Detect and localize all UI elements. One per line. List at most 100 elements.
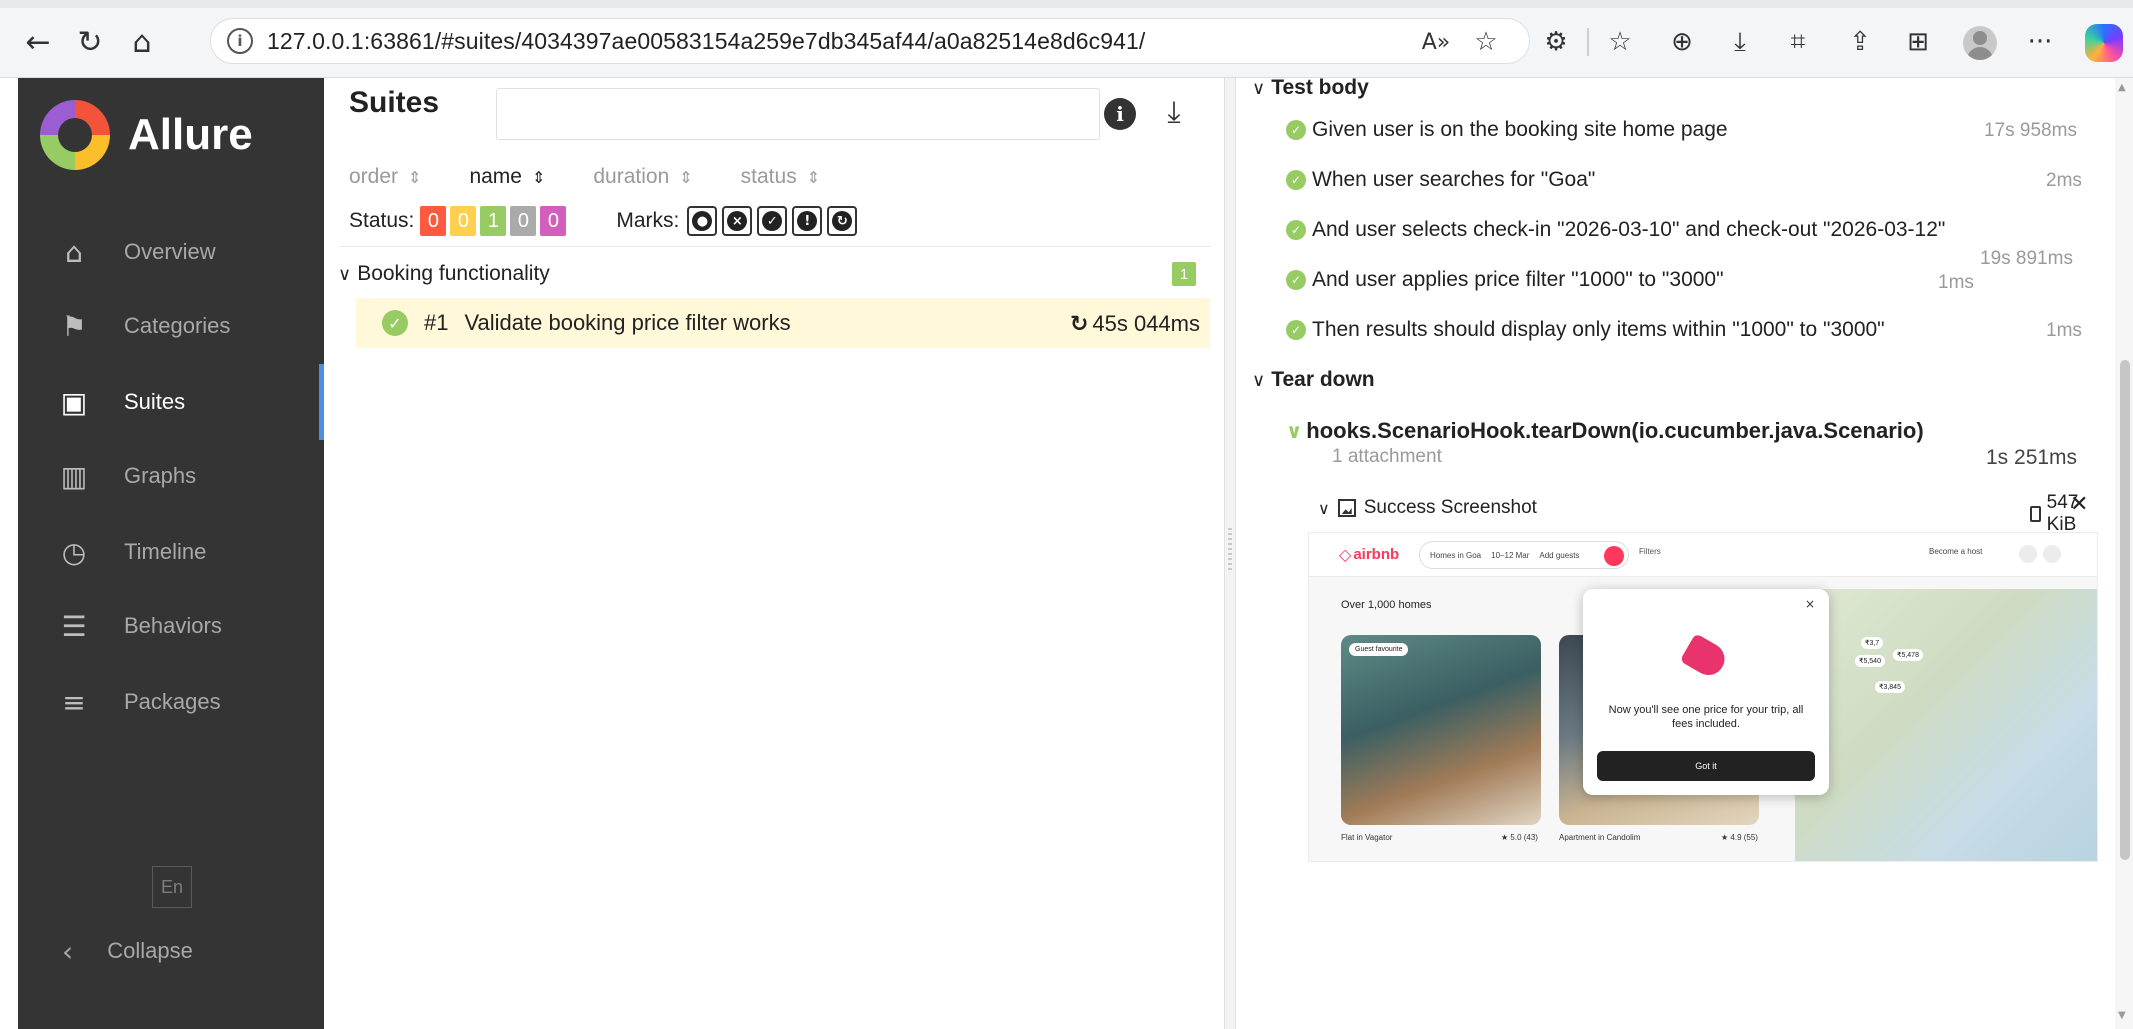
step-text: And user applies price filter "1000" to … [1312, 268, 1724, 291]
sort-label: duration [593, 165, 670, 188]
step-duration: 2ms [2046, 170, 2082, 191]
globe-icon [2019, 545, 2037, 563]
pane-splitter[interactable] [1224, 78, 1236, 1029]
sidebar-item-label: Suites [124, 389, 186, 414]
favorites-icon[interactable]: ☆ [1600, 22, 1640, 62]
expand-icon[interactable]: ✕ [2070, 492, 2088, 517]
sort-order-button[interactable]: order ⇕ [349, 165, 421, 189]
new-passed-mark-toggle[interactable]: ✓ [757, 206, 788, 236]
chevron-left-icon: ‹ [62, 934, 74, 968]
language-switch-button[interactable]: En [152, 866, 192, 908]
step-row[interactable]: ✓ Given user is on the booking site home… [1286, 114, 2076, 146]
new-failed-mark-toggle[interactable]: × [722, 206, 753, 236]
chevron-down-icon: ∨ [1252, 369, 1266, 391]
status-passed-toggle[interactable]: 1 [480, 206, 507, 236]
test-duration: ↻ 45s 044ms [1070, 311, 1200, 337]
workspaces-icon[interactable]: ⊞ [1898, 22, 1938, 62]
screenshot-nav-icons [2013, 545, 2061, 563]
screenshot-become-host: Become a host [1929, 547, 1983, 556]
brand[interactable]: Allure [40, 100, 253, 170]
collapse-button[interactable]: ‹ Collapse [18, 926, 324, 976]
test-case-row[interactable]: ✓ #1 Validate booking price filter works… [356, 298, 1210, 348]
divider [339, 246, 1211, 247]
passed-status-icon: ✓ [1286, 170, 1306, 190]
scroll-up-icon[interactable]: ▲ [2118, 82, 2126, 93]
sidebar: Allure ⌂ Overview ⚑ Categories ▣ Suites … [18, 78, 324, 1029]
screenshot-results-count: Over 1,000 homes [1341, 599, 1432, 611]
screenshot-map-price: ₹3,7 [1861, 637, 1884, 649]
drag-handle-icon[interactable] [1228, 528, 1232, 572]
sidebar-item-timeline[interactable]: ◷ Timeline [18, 522, 324, 582]
downloads-icon[interactable]: ⤓ [1720, 22, 1760, 62]
sidebar-item-graphs[interactable]: ▥ Graphs [18, 446, 324, 506]
new-passed-icon: ✓ [762, 211, 783, 231]
sidebar-item-behaviors[interactable]: ☰ Behaviors [18, 596, 324, 656]
address-bar[interactable]: i 127.0.0.1:63861/#suites/4034397ae00583… [210, 18, 1530, 64]
sort-name-button[interactable]: name ⇕ [469, 165, 545, 189]
url-text[interactable]: 127.0.0.1:63861/#suites/4034397ae0058315… [267, 28, 1145, 55]
sidebar-item-suites[interactable]: ▣ Suites [18, 364, 324, 440]
test-details-pane: ∨ Test body ✓ Given user is on the booki… [1236, 76, 2133, 1029]
sort-label: status [740, 165, 797, 188]
sort-duration-button[interactable]: duration ⇕ [593, 165, 692, 189]
status-failed-toggle[interactable]: 0 [420, 206, 447, 236]
step-row[interactable]: ✓ Then results should display only items… [1286, 314, 2076, 346]
suite-group-count-badge: 1 [1172, 262, 1196, 286]
chevron-down-icon: ∨ [1286, 419, 1303, 443]
status-unknown-toggle[interactable]: 0 [540, 206, 567, 236]
reload-icon[interactable]: ↻ [70, 22, 110, 62]
scroll-down-icon[interactable]: ▼ [2118, 1010, 2126, 1021]
screenshot-icon[interactable]: ⌗ [1778, 22, 1818, 62]
back-icon[interactable]: ← [18, 22, 58, 62]
hook-step-row[interactable]: ∨ hooks.ScenarioHook.tearDown(io.cucumbe… [1286, 418, 1924, 444]
sort-status-button[interactable]: status ⇕ [741, 165, 820, 189]
tear-down-section-toggle[interactable]: ∨ Tear down [1252, 368, 1375, 392]
extensions-icon[interactable]: ⚙ [1536, 22, 1576, 62]
retries-icon: ↻ [832, 211, 853, 231]
screenshot-search-pill: Homes in Goa 10–12 Mar Add guests [1419, 541, 1629, 569]
test-body-section-toggle[interactable]: ∨ Test body [1252, 76, 1369, 100]
favorite-star-icon[interactable]: ☆ [1466, 22, 1506, 62]
airbnb-logo: ◇ airbnb [1339, 545, 1399, 564]
step-text: Then results should display only items w… [1312, 318, 1885, 341]
sidebar-item-label: Categories [124, 313, 231, 338]
sidebar-item-categories[interactable]: ⚑ Categories [18, 296, 324, 356]
home-icon[interactable]: ⌂ [122, 22, 162, 62]
suite-group-name: Booking functionality [357, 262, 550, 285]
screenshot-map-price: ₹5,478 [1893, 649, 1923, 661]
search-input[interactable] [496, 88, 1100, 140]
sidebar-item-overview[interactable]: ⌂ Overview [18, 222, 324, 282]
step-row[interactable]: ✓ When user searches for "Goa" [1286, 164, 2076, 196]
attachment-count: 1 attachment [1332, 446, 1442, 467]
site-info-icon[interactable]: i [227, 28, 253, 54]
suites-pane: Suites i ⤓ order ⇕ name ⇕ duration ⇕ status… [324, 78, 1224, 1029]
copilot-icon[interactable] [2085, 24, 2123, 62]
info-icon[interactable]: i [1104, 98, 1136, 130]
retries-mark-toggle[interactable]: ↻ [827, 206, 858, 236]
screenshot-modal: × Now you'll see one price for your trip… [1583, 589, 1829, 795]
attachment-screenshot[interactable]: ◇ airbnb Homes in Goa 10–12 Mar Add gues… [1308, 532, 2098, 862]
status-skipped-toggle[interactable]: 0 [510, 206, 537, 236]
tab-strip [0, 0, 2133, 8]
flaky-mark-toggle[interactable]: ● [687, 206, 718, 236]
collections-icon[interactable]: ⊕ [1662, 22, 1702, 62]
chevron-down-icon: ∨ [1318, 498, 1330, 518]
sidebar-item-packages[interactable]: ≡ Packages [18, 672, 324, 732]
save-icon [2030, 506, 2041, 522]
status-broken-toggle[interactable]: 0 [450, 206, 477, 236]
list-icon: ☰ [61, 609, 87, 643]
section-title: Tear down [1271, 368, 1375, 391]
status-filter-bar: Status: 0 0 1 0 0 Marks: ● × ✓ ! ↻ [349, 204, 858, 238]
suite-group-row[interactable]: ∨ Booking functionality 1 [338, 254, 1210, 294]
scrollbar-thumb[interactable] [2120, 360, 2130, 860]
download-icon[interactable]: ⤓ [1154, 92, 1194, 132]
more-icon[interactable]: ··· [2020, 22, 2060, 62]
sort-arrows-icon: ⇕ [531, 167, 546, 187]
read-aloud-icon[interactable]: A» [1416, 22, 1456, 62]
briefcase-icon: ▣ [60, 385, 88, 419]
profile-avatar[interactable] [1963, 26, 1997, 60]
share-icon[interactable]: ⇪ [1840, 22, 1880, 62]
new-broken-mark-toggle[interactable]: ! [792, 206, 823, 236]
attachment-row[interactable]: ∨ Success Screenshot 547 KiB [1318, 492, 2078, 535]
step-row[interactable]: ✓ And user selects check-in "2026-03-10"… [1286, 214, 2076, 246]
